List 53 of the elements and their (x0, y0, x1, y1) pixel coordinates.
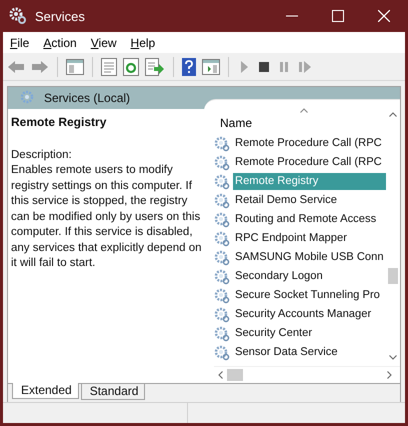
gears-icon (214, 306, 230, 322)
help-icon[interactable] (182, 58, 196, 76)
view-tab[interactable]: Standard (80, 384, 146, 400)
gears-icon (9, 7, 27, 25)
service-row[interactable]: RPC Endpoint Mapper (233, 230, 349, 247)
scope-title: Services (Local) (44, 91, 130, 105)
action-pane-icon[interactable] (202, 58, 220, 74)
name-column-header[interactable]: Name (214, 100, 386, 134)
view-tab[interactable]: Extended (12, 383, 79, 399)
gear-icon (20, 90, 36, 106)
maximize-icon[interactable] (332, 10, 344, 22)
description-label: Description: (11, 148, 73, 162)
menu-item[interactable]: View (90, 36, 117, 50)
close-icon[interactable] (378, 10, 390, 22)
gears-icon (214, 230, 230, 246)
scroll-right-icon[interactable] (387, 371, 392, 379)
gears-icon (214, 268, 230, 284)
service-row[interactable]: Secure Socket Tunneling Pro (233, 287, 382, 304)
service-row[interactable]: Sensor Data Service (233, 344, 340, 361)
gears-icon (214, 326, 230, 342)
service-row[interactable]: Remote Procedure Call (RPC (233, 154, 384, 171)
refresh-icon[interactable] (123, 58, 139, 76)
gears-icon (214, 250, 230, 266)
service-row[interactable]: Security Accounts Manager (233, 306, 374, 323)
scroll-thumb[interactable] (388, 268, 398, 284)
service-row[interactable]: Secondary Logon (233, 268, 325, 285)
scroll-up-icon[interactable] (389, 112, 397, 117)
service-row[interactable]: Routing and Remote Access (233, 211, 378, 228)
service-row[interactable]: SAMSUNG Mobile USB Conn (233, 249, 386, 266)
description-text: Enables remote users to modify registry settings on this computer. If this service is stopped, the registry can be modified only by users on this computer. If this service is disabled, any services that explicitly depend on it will fail to start. (11, 163, 202, 271)
service-row[interactable]: Remote Procedure Call (RPC (233, 135, 384, 152)
sort-caret-icon (300, 108, 308, 113)
scroll-left-icon[interactable] (218, 371, 223, 379)
export-list-icon[interactable] (145, 58, 165, 76)
gears-icon (214, 212, 230, 228)
menu-item[interactable]: Help (130, 36, 156, 50)
gears-icon (214, 174, 230, 190)
gears-icon (214, 288, 230, 304)
gears-icon (214, 136, 230, 152)
window-title: Services (35, 8, 85, 24)
service-name: Remote Registry (11, 115, 108, 130)
service-row[interactable]: Security Center (233, 325, 314, 342)
menu-item[interactable]: Action (43, 36, 77, 50)
menu-item[interactable]: File (10, 36, 30, 50)
stop-icon[interactable] (257, 60, 271, 74)
gears-icon (214, 344, 230, 360)
properties-icon[interactable] (101, 58, 117, 76)
gears-icon (214, 192, 230, 208)
scroll-thumb[interactable] (227, 369, 243, 381)
scroll-down-icon[interactable] (389, 355, 397, 360)
gears-icon (214, 154, 230, 170)
service-row[interactable]: Retail Demo Service (233, 192, 339, 209)
console-tree-icon[interactable] (66, 58, 84, 74)
